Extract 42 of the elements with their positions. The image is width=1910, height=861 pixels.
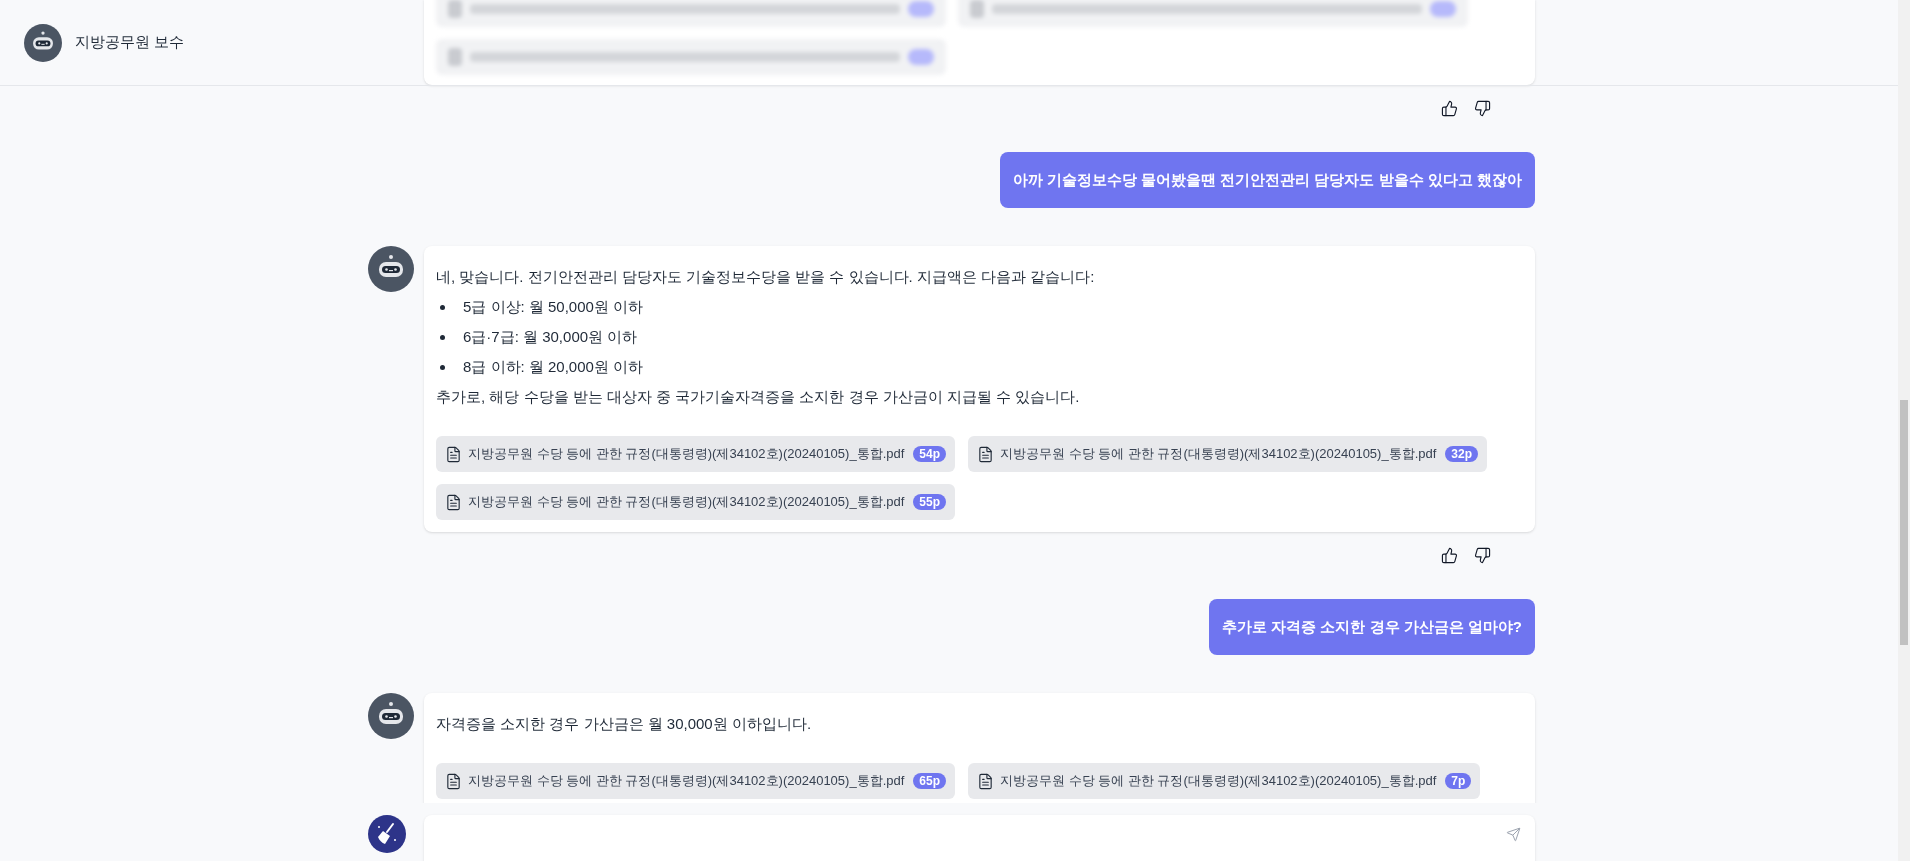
robot-avatar-icon bbox=[24, 23, 62, 62]
document-name: 지방공무원 수당 등에 관한 규정(대통령령)(제34102호)(20240105)_통합.pdf bbox=[468, 493, 905, 512]
bullet-text: 8급 이하: 월 20,000원 이하 bbox=[463, 357, 644, 377]
answer-text: 자격증을 소지한 경우 가산금은 월 30,000원 이하입니다. bbox=[436, 714, 813, 734]
user-message-bubble: 아까 기술정보수당 물어봤을땐 전기안전관리 담당자도 받을수 있다고 했잖아 bbox=[999, 152, 1535, 208]
document-icon bbox=[977, 445, 994, 463]
document-icon bbox=[977, 772, 994, 790]
thumbs-up-icon[interactable] bbox=[1441, 547, 1458, 564]
bullet-icon bbox=[440, 335, 445, 340]
answer-text: 추가로, 해당 수당을 받는 대상자 중 국가기술자격증을 소지한 경우 가산금이 지급될 수 있습니다. bbox=[436, 387, 1081, 407]
robot-avatar-icon bbox=[368, 246, 414, 292]
document-name: 지방공무원 수당 등에 관한 규정(대통령령)(제34102호)(20240105)_통합.pdf bbox=[1000, 445, 1437, 464]
source-document-chip[interactable]: 지방공무원 수당 등에 관한 규정(대통령령)(제34102호)(20240105)_통합.pdf 65p bbox=[436, 763, 955, 799]
bullet-text: 5급 이상: 월 50,000원 이하 bbox=[463, 297, 644, 317]
document-icon bbox=[445, 772, 462, 790]
document-name: 지방공무원 수당 등에 관한 규정(대통령령)(제34102호)(20240105)_통합.pdf bbox=[468, 772, 905, 791]
user-message-bubble: 추가로 자격증 소지한 경우 가산금은 얼마야? bbox=[1209, 599, 1535, 655]
robot-avatar-icon bbox=[368, 693, 414, 739]
chat-title: 지방공무원 보수 bbox=[75, 32, 185, 53]
thumbs-down-icon[interactable] bbox=[1474, 100, 1491, 117]
message-input-field[interactable] bbox=[424, 815, 1535, 861]
thumbs-down-icon[interactable] bbox=[1474, 547, 1491, 564]
page-badge: 55p bbox=[913, 494, 946, 510]
document-icon bbox=[445, 493, 462, 511]
source-document-chip[interactable]: 지방공무원 수당 등에 관한 규정(대통령령)(제34102호)(20240105)_통합.pdf 32p bbox=[968, 436, 1488, 472]
source-document-chip[interactable]: 지방공무원 수당 등에 관한 규정(대통령령)(제34102호)(20240105)_통합.pdf 54p bbox=[436, 436, 955, 472]
scrollbar[interactable] bbox=[1898, 0, 1910, 861]
page-badge: 65p bbox=[913, 773, 946, 789]
bullet-icon bbox=[440, 365, 445, 370]
source-document-chip[interactable]: 지방공무원 수당 등에 관한 규정(대통령령)(제34102호)(20240105)_통합.pdf 7p bbox=[968, 763, 1481, 799]
document-icon bbox=[445, 445, 462, 463]
thumbs-up-icon[interactable] bbox=[1441, 100, 1458, 117]
source-document-chip[interactable]: 지방공무원 수당 등에 관한 규정(대통령령)(제34102호)(20240105)_통합.pdf 55p bbox=[436, 484, 955, 520]
document-name: 지방공무원 수당 등에 관한 규정(대통령령)(제34102호)(20240105)_통합.pdf bbox=[468, 445, 905, 464]
page-badge: 32p bbox=[1445, 446, 1479, 462]
broom-avatar-icon[interactable] bbox=[368, 815, 406, 853]
answer-text: 네, 맞습니다. 전기안전관리 담당자도 기술정보수당을 받을 수 있습니다. 지급액은 다음과 같습니다: bbox=[436, 267, 1096, 287]
bullet-text: 6급·7급: 월 30,000원 이하 bbox=[463, 327, 638, 347]
bullet-icon bbox=[440, 305, 445, 310]
document-name: 지방공무원 수당 등에 관한 규정(대통령령)(제34102호)(20240105)_통합.pdf bbox=[1000, 772, 1437, 791]
page-badge: 54p bbox=[913, 446, 946, 462]
page-badge: 7p bbox=[1445, 773, 1472, 789]
